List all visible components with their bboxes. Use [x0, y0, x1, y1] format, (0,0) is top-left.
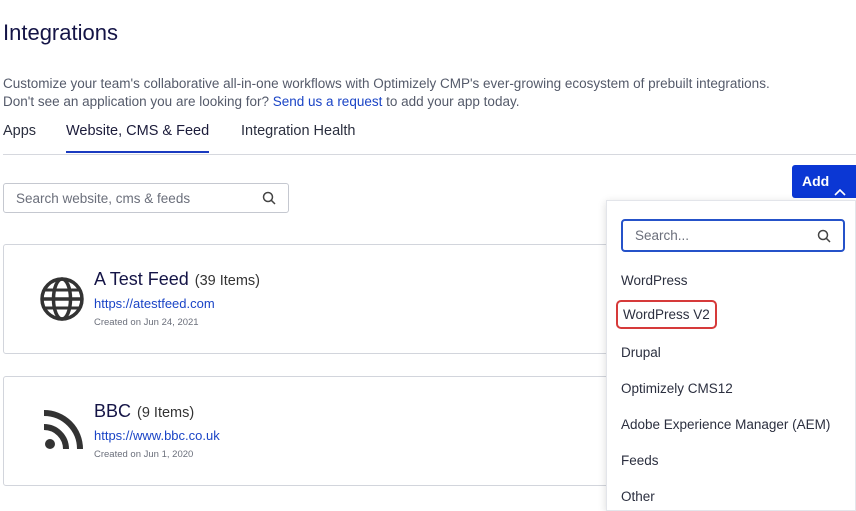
card-created-date: Created on Jun 24, 2021	[94, 317, 199, 328]
card-title: BBC (9 Items)	[94, 401, 194, 422]
description-prefix: Don't see an application you are looking…	[3, 94, 269, 109]
add-button[interactable]: Add	[792, 165, 856, 198]
add-button-label: Add	[802, 173, 830, 189]
menu-item-aem[interactable]: Adobe Experience Manager (AEM)	[621, 417, 830, 432]
tab-integration-health[interactable]: Integration Health	[241, 120, 355, 153]
dropdown-search-box	[621, 219, 845, 252]
description-line-1: Customize your team's collaborative all-…	[3, 76, 770, 91]
card-title: A Test Feed (39 Items)	[94, 269, 260, 290]
menu-item-other[interactable]: Other	[621, 489, 655, 504]
tab-website-cms-feed[interactable]: Website, CMS & Feed	[66, 120, 210, 153]
card-item-count: (39 Items)	[194, 273, 260, 289]
menu-item-wordpress-v2[interactable]: WordPress V2	[616, 300, 717, 329]
dropdown-search-input[interactable]	[623, 221, 815, 250]
description-suffix: to add your app today.	[386, 94, 520, 109]
globe-icon	[38, 275, 86, 323]
search-icon[interactable]	[817, 229, 831, 248]
card-name: BBC	[94, 401, 132, 421]
integration-card[interactable]: A Test Feed (39 Items) https://atestfeed.…	[3, 244, 643, 354]
menu-item-optimizely-cms12[interactable]: Optimizely CMS12	[621, 381, 733, 396]
tab-apps[interactable]: Apps	[3, 120, 36, 153]
send-request-link[interactable]: Send us a request	[273, 94, 383, 109]
menu-item-drupal[interactable]: Drupal	[621, 345, 661, 360]
add-dropdown-menu: WordPress WordPress V2 Drupal Optimizely…	[606, 200, 856, 511]
search-input[interactable]	[4, 184, 256, 212]
card-url-link[interactable]: https://www.bbc.co.uk	[94, 428, 220, 443]
card-created-date: Created on Jun 1, 2020	[94, 449, 194, 460]
page-title: Integrations	[3, 20, 118, 45]
integration-card[interactable]: BBC (9 Items) https://www.bbc.co.uk Creat…	[3, 376, 643, 486]
rss-icon	[38, 407, 86, 455]
tab-bar: Apps Website, CMS & Feed Integration Hea…	[3, 120, 856, 155]
menu-item-feeds[interactable]: Feeds	[621, 453, 659, 468]
card-item-count: (9 Items)	[137, 405, 195, 421]
menu-item-wordpress[interactable]: WordPress	[621, 273, 688, 288]
card-name: A Test Feed	[94, 269, 189, 289]
description-line-2: Don't see an application you are looking…	[3, 93, 770, 111]
card-url-link[interactable]: https://atestfeed.com	[94, 296, 215, 311]
search-box	[3, 183, 289, 213]
search-icon[interactable]	[262, 191, 276, 210]
page-description: Customize your team's collaborative all-…	[3, 75, 770, 111]
